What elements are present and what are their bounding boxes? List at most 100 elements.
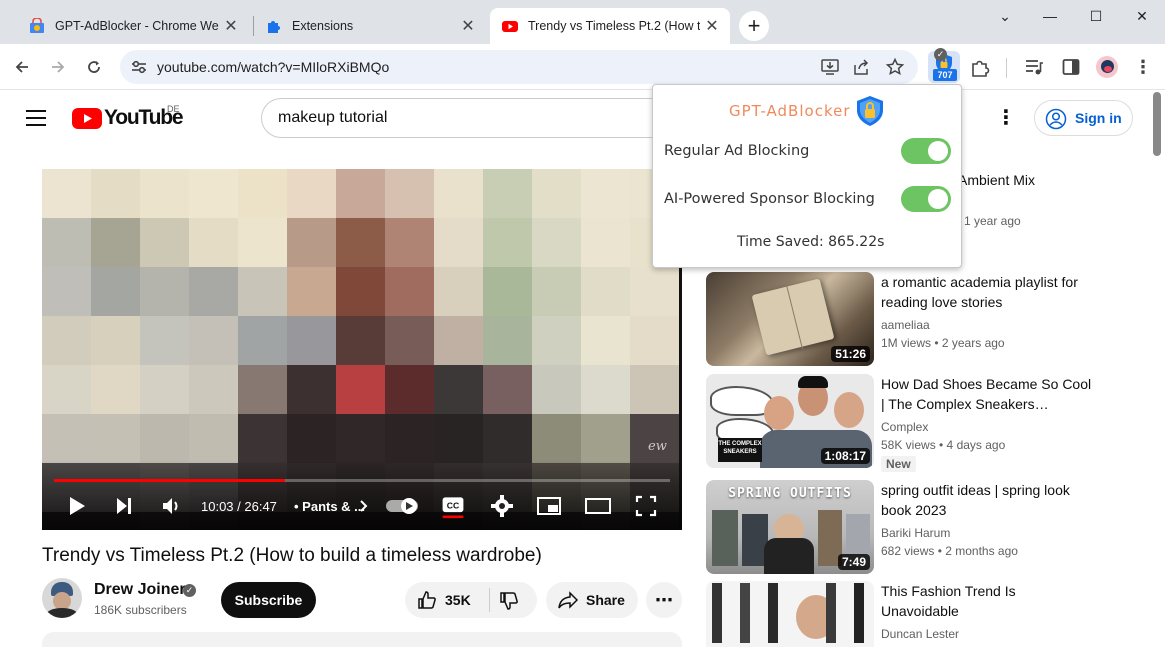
recommendation-channel[interactable]: Duncan Lester bbox=[881, 627, 959, 641]
video-pixel bbox=[434, 316, 483, 365]
theater-mode-icon[interactable] bbox=[584, 493, 612, 519]
browser-window: GPT-AdBlocker - Chrome Web Store ✕ Exten… bbox=[0, 0, 1165, 647]
recommendation-channel[interactable]: Bariki Harum bbox=[881, 526, 950, 540]
address-bar[interactable]: youtube.com/watch?v=MIloRXiBMQo bbox=[120, 50, 918, 84]
video-pixel bbox=[581, 414, 630, 463]
settings-menu-icon[interactable]: ⋮ bbox=[996, 106, 1016, 130]
video-pixel bbox=[483, 218, 532, 267]
video-pixel bbox=[385, 218, 434, 267]
video-watermark: ew bbox=[648, 439, 667, 454]
plus-icon: + bbox=[747, 13, 761, 38]
share-label: Share bbox=[586, 592, 625, 608]
tab-chrome-web-store[interactable]: GPT-AdBlocker - Chrome Web Store ✕ bbox=[17, 8, 249, 44]
captions-icon[interactable]: CC bbox=[440, 493, 466, 519]
recommendation-meta: 58K views • 4 days ago bbox=[881, 438, 1006, 452]
thumbs-up-icon[interactable] bbox=[417, 590, 437, 610]
page-scrollbar[interactable] bbox=[1153, 92, 1161, 156]
autoplay-toggle[interactable] bbox=[384, 493, 422, 519]
recommendation-channel[interactable]: Complex bbox=[881, 420, 928, 434]
video-pixel bbox=[238, 218, 287, 267]
video-pixel bbox=[140, 414, 189, 463]
video-pixel bbox=[140, 316, 189, 365]
tab-extensions[interactable]: Extensions ✕ bbox=[254, 8, 486, 44]
thumbnail-text: THE COMPLEX SNEAKERS bbox=[718, 438, 762, 462]
side-panel-icon[interactable] bbox=[1062, 58, 1080, 76]
video-pixel bbox=[91, 365, 140, 414]
close-tab-icon[interactable]: ✕ bbox=[219, 16, 243, 36]
video-player[interactable]: ew 10:03 / 26:47 • Pants & ... CC bbox=[42, 169, 682, 530]
chrome-menu-icon[interactable]: ⋮ bbox=[1133, 56, 1153, 78]
maximize-button[interactable]: ☐ bbox=[1073, 4, 1119, 28]
back-button[interactable] bbox=[6, 51, 38, 83]
tab-youtube[interactable]: Trendy vs Timeless Pt.2 (How to build a … bbox=[490, 8, 730, 44]
video-duration: 1:08:17 bbox=[820, 448, 870, 464]
video-pixel bbox=[42, 218, 91, 267]
profile-avatar[interactable] bbox=[1096, 56, 1118, 78]
video-pixel bbox=[532, 267, 581, 316]
video-pixel bbox=[434, 267, 483, 316]
reload-button[interactable] bbox=[78, 51, 110, 83]
recommendation-item[interactable]: THE COMPLEX SNEAKERS 1:08:17 How Dad Sho… bbox=[706, 48, 1126, 472]
sign-in-button[interactable]: Sign in bbox=[1034, 100, 1133, 136]
ai-sponsor-blocking-toggle[interactable] bbox=[901, 186, 951, 212]
recommendation-item[interactable]: This Fashion Trend Is Unavoidable Duncan… bbox=[706, 581, 1126, 647]
video-pixel bbox=[532, 365, 581, 414]
next-video-icon[interactable] bbox=[114, 493, 134, 519]
video-pixel bbox=[91, 267, 140, 316]
channel-name[interactable]: Drew Joiner bbox=[94, 581, 186, 599]
close-window-button[interactable]: ✕ bbox=[1119, 4, 1165, 28]
video-pixel bbox=[630, 316, 679, 365]
recommendation-thumbnail[interactable] bbox=[706, 581, 874, 647]
extensions-puzzle-icon[interactable] bbox=[969, 57, 991, 79]
close-tab-icon[interactable]: ✕ bbox=[700, 16, 724, 36]
video-pixel bbox=[287, 316, 336, 365]
video-pixel bbox=[91, 316, 140, 365]
share-button[interactable]: Share bbox=[546, 582, 638, 618]
bookmark-star-icon[interactable] bbox=[885, 57, 905, 77]
description-box[interactable] bbox=[42, 632, 682, 647]
forward-button[interactable] bbox=[42, 51, 74, 83]
minimize-button[interactable]: — bbox=[1027, 4, 1073, 28]
youtube-logo-icon[interactable] bbox=[72, 108, 102, 129]
regular-ad-blocking-toggle[interactable] bbox=[901, 138, 951, 164]
recommendation-thumbnail[interactable]: SPRING OUTFITS 7:49 bbox=[706, 480, 874, 574]
video-pixel bbox=[532, 169, 581, 218]
recommendation-item[interactable]: SPRING OUTFITS 7:49 spring outfit ideas … bbox=[706, 480, 1126, 574]
tab-title: Trendy vs Timeless Pt.2 (How to build a … bbox=[528, 19, 700, 33]
media-controls-icon[interactable] bbox=[1024, 58, 1044, 76]
tab-search-icon[interactable]: ⌄ bbox=[982, 4, 1028, 28]
share-page-icon[interactable] bbox=[852, 57, 872, 77]
chevron-right-icon[interactable] bbox=[358, 493, 370, 519]
video-pixel bbox=[189, 365, 238, 414]
video-pixel bbox=[91, 169, 140, 218]
region-code: DE bbox=[167, 104, 180, 114]
fullscreen-icon[interactable] bbox=[634, 493, 658, 519]
hamburger-menu-icon[interactable] bbox=[26, 110, 46, 126]
recommendation-channel[interactable]: aameliaa bbox=[881, 318, 930, 332]
volume-icon[interactable] bbox=[160, 493, 182, 519]
subscribe-button[interactable]: Subscribe bbox=[221, 582, 316, 618]
settings-gear-icon[interactable] bbox=[490, 493, 514, 519]
close-tab-icon[interactable]: ✕ bbox=[456, 16, 480, 36]
shield-lock-icon bbox=[857, 96, 883, 126]
verified-icon: ✓ bbox=[183, 584, 196, 597]
video-pixel bbox=[336, 218, 385, 267]
reload-icon bbox=[88, 61, 100, 73]
thumbs-down-icon[interactable] bbox=[499, 591, 519, 611]
recommendation-thumbnail[interactable]: 51:26 bbox=[706, 272, 874, 366]
recommendation-thumbnail[interactable]: THE COMPLEX SNEAKERS 1:08:17 bbox=[706, 374, 874, 468]
search-input[interactable]: makeup tutorial bbox=[261, 98, 681, 138]
video-pixel bbox=[385, 365, 434, 414]
tab-strip: GPT-AdBlocker - Chrome Web Store ✕ Exten… bbox=[0, 0, 1165, 44]
like-count[interactable]: 35K bbox=[445, 592, 471, 608]
popup-title: GPT-AdBlocker bbox=[729, 102, 851, 120]
new-tab-button[interactable]: + bbox=[739, 11, 769, 41]
miniplayer-icon[interactable] bbox=[536, 493, 562, 519]
more-actions-button[interactable]: ⋯ bbox=[646, 582, 682, 618]
play-icon[interactable] bbox=[66, 493, 88, 519]
site-info-icon[interactable] bbox=[130, 58, 148, 76]
install-app-icon[interactable] bbox=[820, 57, 840, 77]
recommendation-item[interactable]: 51:26 a romantic academia playlist for r… bbox=[706, 272, 1126, 366]
chapter-title[interactable]: • Pants & ... bbox=[294, 499, 365, 514]
channel-avatar[interactable] bbox=[42, 578, 82, 618]
